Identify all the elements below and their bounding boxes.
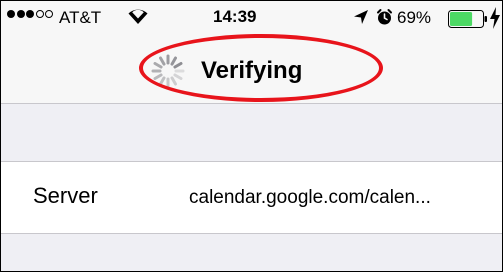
signal-dot-empty [45, 10, 53, 18]
alarm-clock-icon [376, 8, 393, 31]
spinner-spoke [173, 73, 183, 80]
battery-percentage: 69% [397, 8, 432, 27]
spinner-spoke [173, 62, 183, 69]
signal-strength-icon [7, 10, 55, 18]
activity-spinner-icon [150, 53, 186, 94]
signal-dot-filled [7, 10, 15, 18]
status-time: 14:39 [213, 7, 257, 26]
charging-bolt-icon [489, 6, 501, 35]
signal-dot-filled [26, 10, 34, 18]
wifi-icon [127, 7, 149, 30]
server-label: Server [33, 183, 98, 208]
status-bar: AT&T 14:39 69% [1, 1, 502, 37]
carrier-name: AT&T [59, 8, 102, 27]
signal-dot-filled [16, 10, 25, 18]
signal-dot-empty [35, 10, 44, 18]
server-field[interactable]: calendar.google.com/calen... [189, 187, 431, 209]
page-title: Verifying [201, 57, 303, 84]
spinner-spoke [170, 56, 177, 66]
server-row[interactable]: Server calendar.google.com/calen... [1, 161, 502, 234]
spinner-spoke [153, 73, 163, 80]
location-arrow-icon [353, 9, 369, 30]
spinner-spoke [159, 76, 166, 86]
navigation-bar: Verifying [1, 37, 502, 104]
spinner-spoke [159, 56, 166, 66]
battery-icon [448, 10, 488, 33]
screenshot-frame: AT&T 14:39 69% Verifying Server calendar… [0, 0, 503, 272]
spinner-spoke [153, 62, 163, 69]
spinner-spoke [170, 76, 177, 86]
